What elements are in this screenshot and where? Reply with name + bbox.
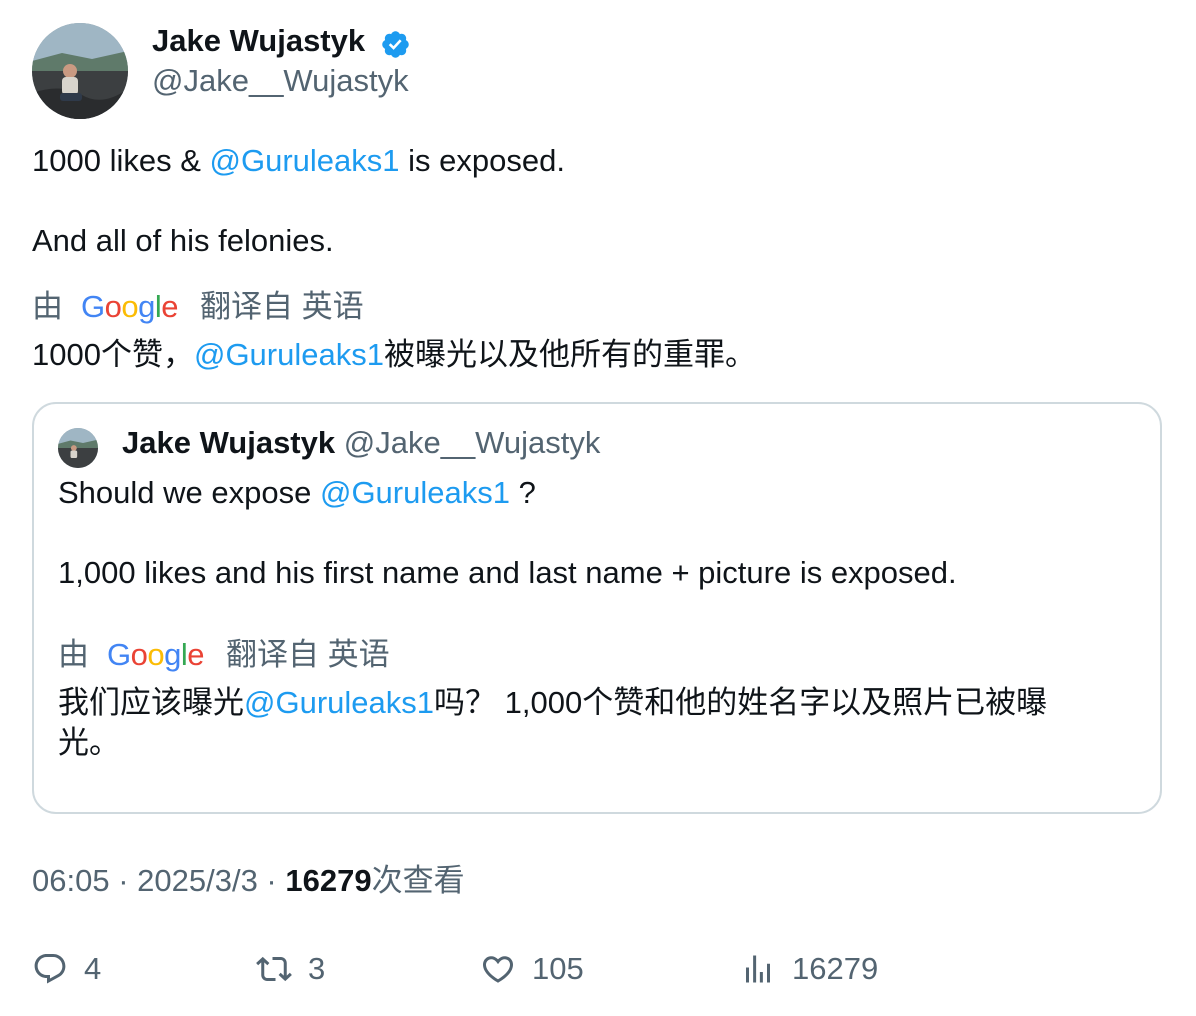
quoted-text-line-2: 1,000 likes and his first name and last …	[58, 555, 957, 590]
tweet-text-line-2: And all of his felonies.	[32, 223, 334, 258]
author-handle[interactable]: @Jake__Wujastyk	[152, 62, 409, 100]
views-button[interactable]: 16279	[740, 950, 878, 988]
retweet-button[interactable]: 3	[256, 950, 325, 988]
quoted-google-logo: Google	[107, 637, 205, 672]
heart-icon	[482, 956, 514, 983]
author-avatar[interactable]	[32, 23, 128, 119]
reply-button[interactable]: 4	[32, 950, 101, 988]
translated-mention-link[interactable]: @Guruleaks1	[194, 337, 384, 372]
retweet-count: 3	[308, 951, 326, 986]
reply-icon	[34, 954, 66, 984]
quoted-author-display-name[interactable]: Jake Wujastyk	[122, 425, 335, 460]
quoted-author-line: Jake Wujastyk @Jake__Wujastyk	[122, 424, 600, 462]
tweet-date[interactable]: 2025/3/3	[137, 863, 258, 898]
translated-by-label: 由	[32, 289, 63, 324]
tweet-meta: 06:05 · 2025/3/3 · 16279次查看	[32, 863, 465, 898]
analytics-icon	[746, 955, 770, 983]
quoted-translated-mention-link[interactable]: @Guruleaks1	[244, 685, 434, 720]
quoted-mention-link[interactable]: @Guruleaks1	[320, 475, 510, 510]
tweet-text-suffix: is exposed.	[399, 143, 565, 178]
retweet-icon	[256, 956, 292, 982]
views-label: 次查看	[371, 863, 465, 898]
quoted-author-avatar[interactable]	[58, 428, 98, 468]
quoted-avatar-photo	[58, 428, 98, 468]
mention-link[interactable]: @Guruleaks1	[210, 143, 400, 178]
author-display-name[interactable]: Jake Wujastyk	[152, 22, 365, 60]
translated-text: 1000个赞，@Guruleaks1被曝光以及他所有的重罪。	[32, 337, 756, 372]
avatar-photo	[32, 23, 128, 119]
quoted-translated-text-line-2: 光。	[58, 725, 120, 760]
quoted-tweet-card[interactable]	[32, 402, 1162, 814]
quoted-author-handle[interactable]: @Jake__Wujastyk	[344, 425, 601, 460]
tweet-time[interactable]: 06:05	[32, 863, 110, 898]
google-logo: Google	[81, 289, 179, 324]
reply-count: 4	[84, 951, 102, 986]
translation-attribution: 由 Google 翻译自 英语	[32, 288, 364, 326]
verified-badge-icon	[380, 29, 411, 60]
views-count: 16279	[285, 863, 372, 898]
quoted-translated-text-line-1: 我们应该曝光@Guruleaks1吗？ 1,000个赞和他的姓名字以及照片已被曝	[58, 685, 1048, 720]
quoted-translation-attribution: 由 Google 翻译自 英语	[58, 637, 390, 672]
quoted-text-line-1: Should we expose @Guruleaks1 ?	[58, 475, 536, 510]
translated-from-label: 翻译自 英语	[200, 289, 364, 324]
tweet-text-prefix: 1000 likes &	[32, 143, 210, 178]
like-button[interactable]: 105	[480, 950, 584, 988]
views-action-count: 16279	[792, 951, 879, 986]
tweet-text-line-1: 1000 likes & @Guruleaks1 is exposed.	[32, 142, 565, 180]
like-count: 105	[532, 951, 584, 986]
